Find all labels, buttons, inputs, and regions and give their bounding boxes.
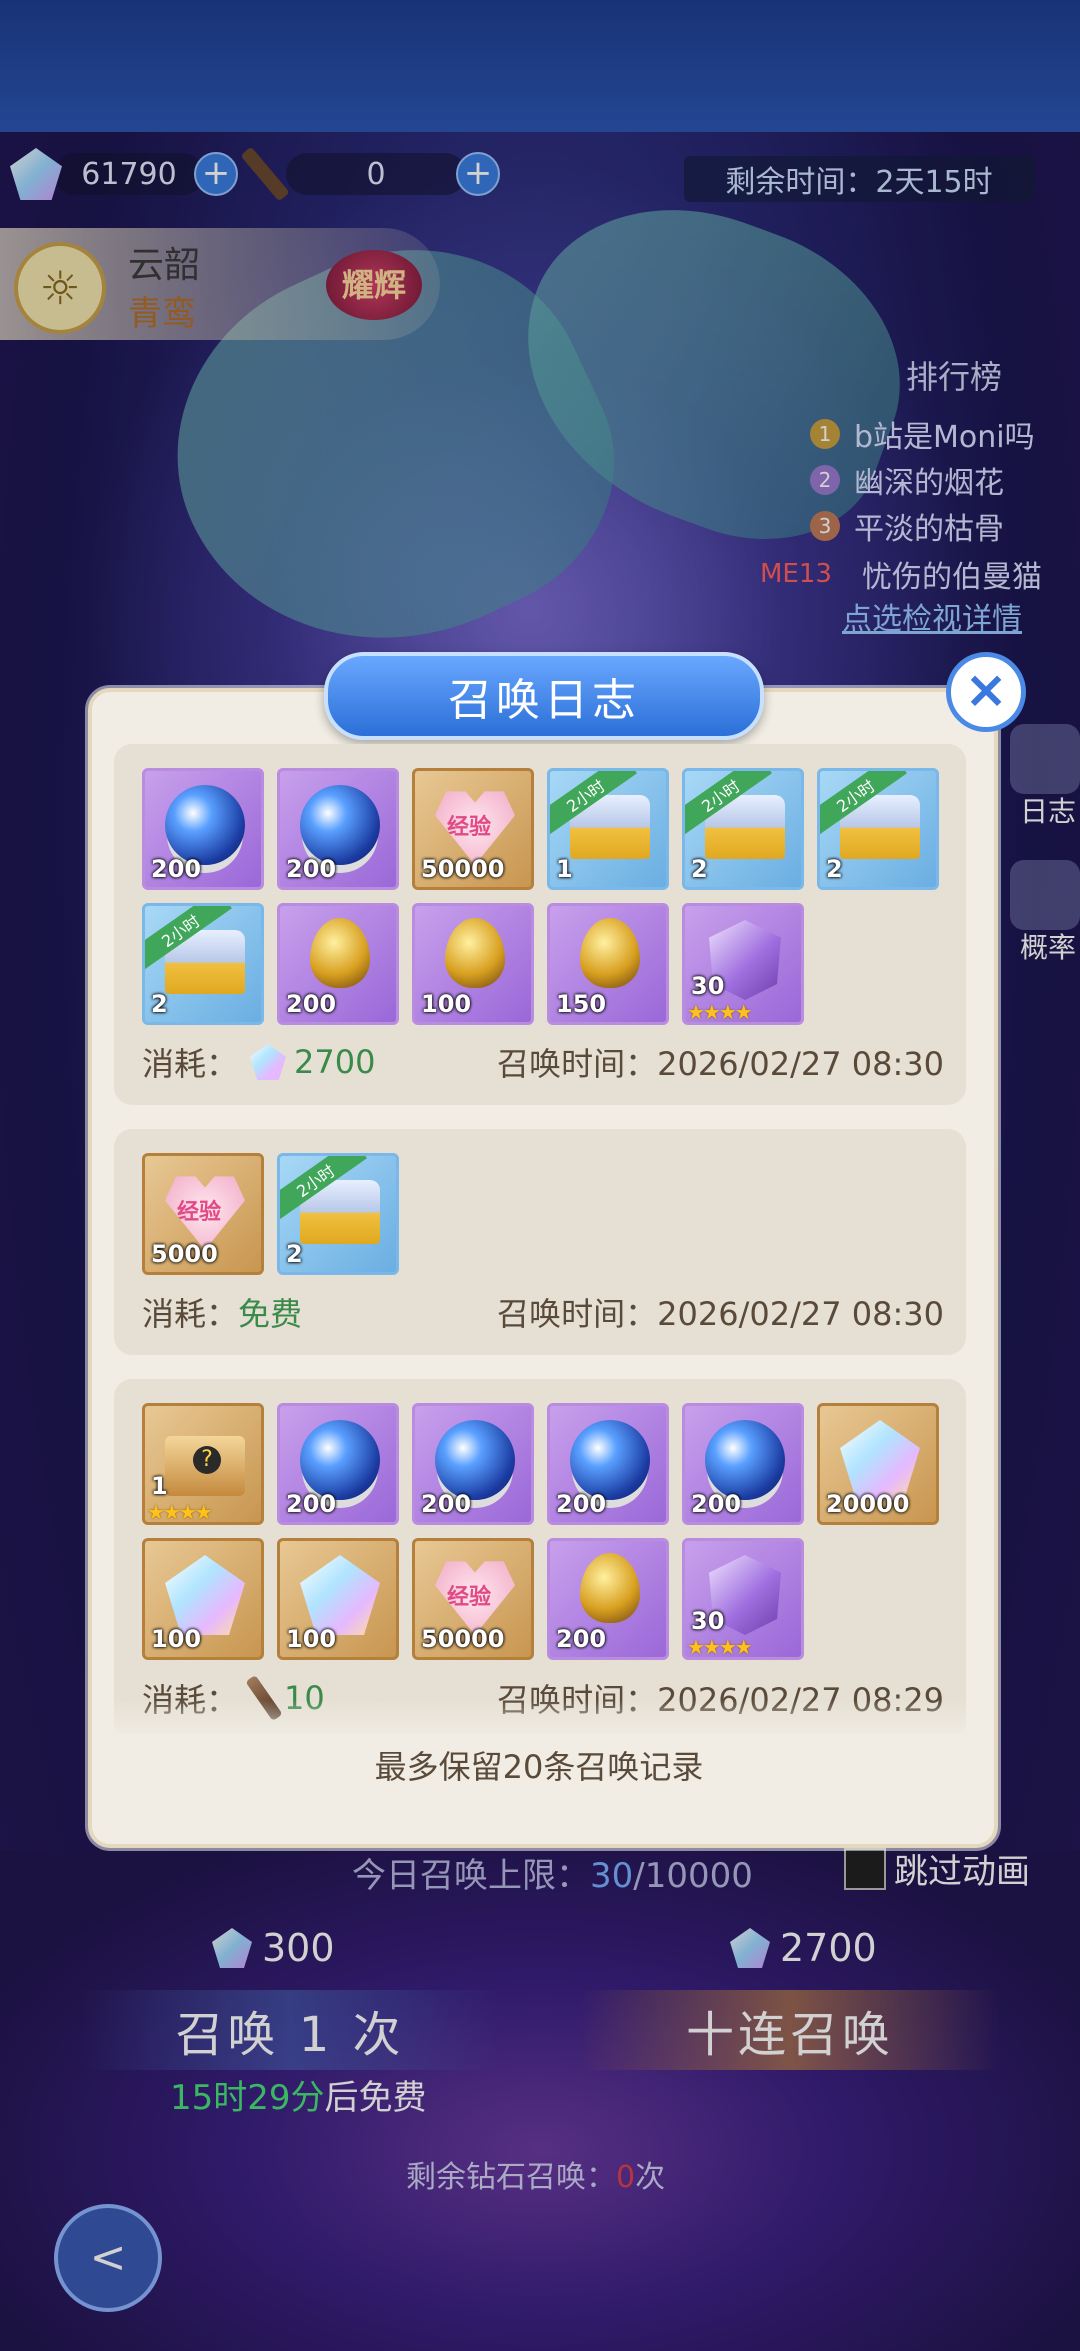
- question-mark-icon: ?: [193, 1446, 221, 1474]
- blue-orb-icon: [165, 785, 245, 865]
- reward-item[interactable]: 20000: [817, 1403, 939, 1525]
- star-rating: ★★★★: [147, 1500, 213, 1524]
- golden-egg-icon: [445, 918, 505, 988]
- reward-quantity: 1: [151, 1472, 168, 1500]
- exp-label: 经验: [177, 1200, 222, 1225]
- reward-quantity: 100: [286, 1625, 337, 1653]
- reward-quantity: 2: [826, 855, 843, 883]
- reward-item[interactable]: 2小时 2: [682, 768, 804, 890]
- rainbow-gem-icon: [840, 1420, 920, 1500]
- close-button[interactable]: ×: [946, 652, 1026, 732]
- mystery-box-icon: ?: [165, 1436, 245, 1496]
- record-time: 召唤时间：2026/02/27 08:30: [497, 1039, 944, 1085]
- reward-item[interactable]: 200: [277, 768, 399, 890]
- reward-quantity: 200: [691, 1490, 742, 1518]
- summon-log-list[interactable]: 200 200 经验 50000 2小时 1 2小时 2 2小时 2 2小时 2 200 100 150 30…: [114, 744, 966, 1734]
- reward-quantity: 20000: [826, 1490, 910, 1518]
- blue-orb-icon: [300, 1420, 380, 1500]
- record-cost: 消耗： 2700: [142, 1039, 375, 1085]
- reward-item[interactable]: 经验 50000: [412, 768, 534, 890]
- reward-grid: 200 200 经验 50000 2小时 1 2小时 2 2小时 2 2小时 2 200 100 150 30…: [142, 768, 944, 1025]
- reward-grid: 经验 5000 2小时 2: [142, 1153, 944, 1275]
- reward-item[interactable]: 经验 5000: [142, 1153, 264, 1275]
- dialog-footer-note: 最多保留20条召唤记录: [374, 1748, 704, 1786]
- reward-item[interactable]: 200: [412, 1403, 534, 1525]
- reward-item[interactable]: 2小时 2: [142, 903, 264, 1025]
- blue-orb-icon: [435, 1420, 515, 1500]
- summon-record: 经验 5000 2小时 2 消耗： 免费 召唤时间：2026/02/27 08:30: [114, 1129, 966, 1355]
- cost-value: 免费: [238, 1295, 303, 1333]
- reward-grid: ? 1 ★★★★ 200 200 200 200 20000 100 100 经验 50000 200 3…: [142, 1403, 944, 1660]
- reward-item[interactable]: 100: [277, 1538, 399, 1660]
- reward-item[interactable]: 200: [547, 1538, 669, 1660]
- reward-quantity: 5000: [151, 1240, 218, 1268]
- rainbow-gem-icon: [165, 1555, 245, 1635]
- reward-quantity: 200: [151, 855, 202, 883]
- exp-heart-icon: 经验: [165, 1176, 245, 1250]
- reward-quantity: 2: [691, 855, 708, 883]
- reward-quantity: 200: [556, 1490, 607, 1518]
- reward-quantity: 2: [151, 990, 168, 1018]
- reward-quantity: 100: [151, 1625, 202, 1653]
- exp-heart-icon: 经验: [435, 1561, 515, 1635]
- exp-heart-icon: 经验: [435, 791, 515, 865]
- golden-egg-icon: [580, 918, 640, 988]
- reward-quantity: 200: [556, 1625, 607, 1653]
- record-meta: 消耗： 免费 召唤时间：2026/02/27 08:30: [142, 1289, 944, 1335]
- time-value: 2026/02/27 08:30: [657, 1295, 944, 1333]
- reward-item[interactable]: 200: [547, 1403, 669, 1525]
- cost-label: 消耗：: [142, 1045, 239, 1083]
- exp-label: 经验: [447, 1585, 492, 1610]
- time-label: 召唤时间：: [497, 1045, 658, 1083]
- record-cost: 消耗： 免费: [142, 1289, 302, 1335]
- reward-quantity: 100: [421, 990, 472, 1018]
- reward-quantity: 200: [286, 990, 337, 1018]
- reward-item[interactable]: 200: [142, 768, 264, 890]
- reward-quantity: 1: [556, 855, 573, 883]
- golden-egg-icon: [580, 1553, 640, 1623]
- reward-item[interactable]: 30 ★★★★: [682, 1538, 804, 1660]
- dialog-title: 召唤日志: [324, 652, 764, 740]
- blue-orb-icon: [705, 1420, 785, 1500]
- summon-record: ? 1 ★★★★ 200 200 200 200 20000 100 100 经验 50000 200 3…: [114, 1379, 966, 1734]
- record-meta: 消耗： 2700 召唤时间：2026/02/27 08:30: [142, 1039, 944, 1085]
- star-rating: ★★★★: [687, 1635, 753, 1659]
- summon-record: 200 200 经验 50000 2小时 1 2小时 2 2小时 2 2小时 2 200 100 150 30…: [114, 744, 966, 1105]
- reward-quantity: 30: [691, 1607, 725, 1635]
- reward-item[interactable]: ? 1 ★★★★: [142, 1403, 264, 1525]
- rainbow-gem-icon: [300, 1555, 380, 1635]
- time-label: 召唤时间：: [497, 1295, 658, 1333]
- reward-item[interactable]: 100: [142, 1538, 264, 1660]
- reward-quantity: 50000: [421, 855, 505, 883]
- exp-label: 经验: [447, 815, 492, 840]
- reward-quantity: 50000: [421, 1625, 505, 1653]
- reward-quantity: 200: [286, 1490, 337, 1518]
- reward-quantity: 200: [421, 1490, 472, 1518]
- blue-orb-icon: [300, 785, 380, 865]
- list-fade: [114, 1700, 966, 1740]
- reward-quantity: 2: [286, 1240, 303, 1268]
- reward-item[interactable]: 经验 50000: [412, 1538, 534, 1660]
- cost-value: 2700: [294, 1043, 376, 1081]
- reward-item[interactable]: 200: [682, 1403, 804, 1525]
- cost-label: 消耗：: [142, 1295, 239, 1333]
- reward-quantity: 150: [556, 990, 607, 1018]
- golden-egg-icon: [310, 918, 370, 988]
- record-time: 召唤时间：2026/02/27 08:30: [497, 1289, 944, 1335]
- reward-quantity: 30: [691, 972, 725, 1000]
- reward-item[interactable]: 200: [277, 1403, 399, 1525]
- reward-item[interactable]: 2小时 2: [277, 1153, 399, 1275]
- reward-item[interactable]: 200: [277, 903, 399, 1025]
- reward-item[interactable]: 30 ★★★★: [682, 903, 804, 1025]
- gem-icon: [250, 1044, 287, 1080]
- reward-item[interactable]: 2小时 1: [547, 768, 669, 890]
- time-value: 2026/02/27 08:30: [657, 1045, 944, 1083]
- reward-quantity: 200: [286, 855, 337, 883]
- reward-item[interactable]: 150: [547, 903, 669, 1025]
- star-rating: ★★★★: [687, 1000, 753, 1024]
- reward-item[interactable]: 2小时 2: [817, 768, 939, 890]
- blue-orb-icon: [570, 1420, 650, 1500]
- reward-item[interactable]: 100: [412, 903, 534, 1025]
